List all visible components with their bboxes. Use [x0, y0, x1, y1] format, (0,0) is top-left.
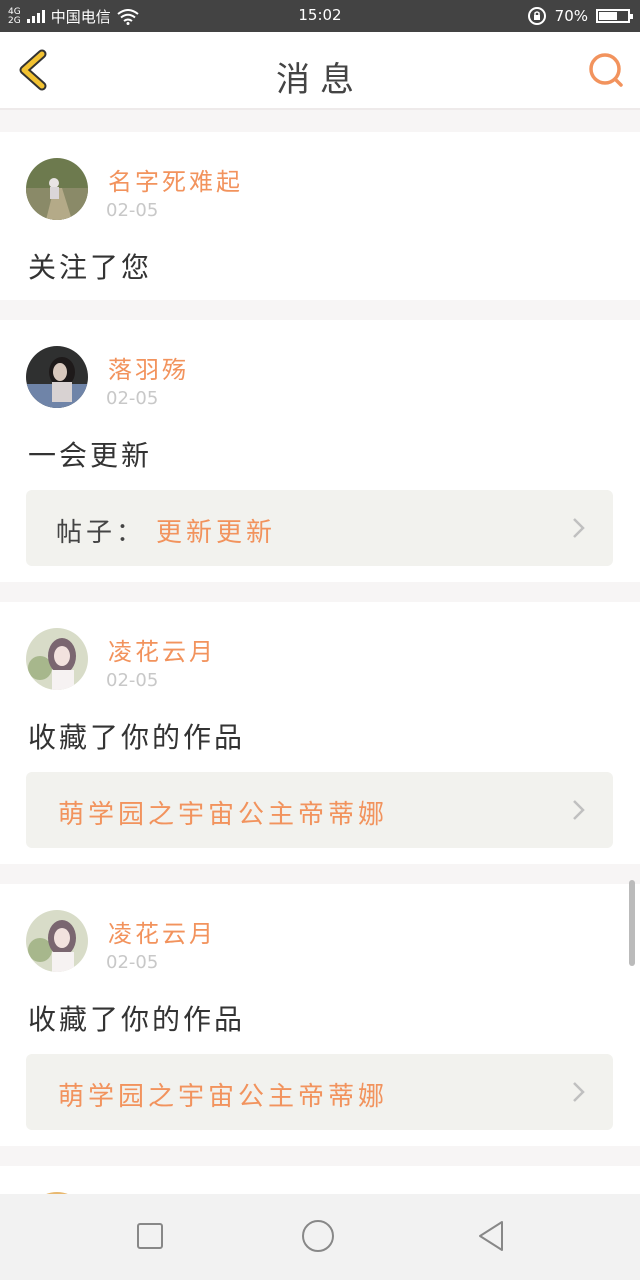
- page-title: 消息: [276, 60, 364, 100]
- status-right: 70%: [527, 6, 633, 26]
- work-reference-title[interactable]: 萌学园之宇宙公主帝蒂娜: [58, 1076, 388, 1113]
- system-nav-bar: [0, 1194, 640, 1280]
- avatar[interactable]: [26, 346, 88, 408]
- chevron-right-icon: [573, 800, 585, 820]
- scrollbar-thumb[interactable]: [629, 880, 635, 966]
- battery-icon: [596, 9, 633, 23]
- sender-name[interactable]: 名字死难起: [108, 162, 243, 197]
- message-card[interactable]: 名字死难起 02-05 关注了您: [0, 132, 640, 300]
- work-reference[interactable]: 萌学园之宇宙公主帝蒂娜: [26, 1054, 613, 1130]
- avatar[interactable]: [26, 158, 88, 220]
- message-date: 02-05: [106, 388, 159, 409]
- battery-percent: 70%: [554, 7, 588, 25]
- message-text: 一会更新: [28, 439, 153, 472]
- rotation-lock-icon: [527, 7, 546, 25]
- message-text: 收藏了你的作品: [28, 721, 246, 754]
- avatar[interactable]: [26, 628, 88, 690]
- message-text: 关注了您: [28, 251, 153, 284]
- message-date: 02-05: [106, 200, 159, 221]
- message-date: 02-05: [106, 670, 159, 691]
- recents-square-icon[interactable]: [132, 1218, 168, 1254]
- sender-name[interactable]: 凌花云月: [108, 632, 216, 667]
- sender-name[interactable]: 落羽殇: [108, 350, 189, 385]
- message-card[interactable]: 落羽殇 02-05 一会更新 帖子： 更新更新: [0, 320, 640, 582]
- work-reference-title[interactable]: 萌学园之宇宙公主帝蒂娜: [58, 794, 388, 831]
- message-card[interactable]: 凌花云月 02-05 收藏了你的作品 萌学园之宇宙公主帝蒂娜: [0, 884, 640, 1146]
- status-bar: 4G 2G 中国电信 15:02 70%: [0, 0, 640, 32]
- message-text: 收藏了你的作品: [28, 1003, 246, 1036]
- message-card[interactable]: 凌花云月 02-05 收藏了你的作品 萌学园之宇宙公主帝蒂娜: [0, 602, 640, 864]
- chevron-right-icon: [573, 1082, 585, 1102]
- battery-fill: [599, 12, 617, 20]
- back-triangle-icon[interactable]: [474, 1218, 510, 1254]
- post-reference[interactable]: 帖子： 更新更新: [26, 490, 613, 566]
- work-reference[interactable]: 萌学园之宇宙公主帝蒂娜: [26, 772, 613, 848]
- avatar[interactable]: [26, 910, 88, 972]
- app-header: 消息: [0, 32, 640, 110]
- post-reference-label: 帖子：: [56, 518, 147, 548]
- search-icon[interactable]: [586, 50, 626, 90]
- sender-name[interactable]: 凌花云月: [108, 914, 216, 949]
- post-reference-title[interactable]: 更新更新: [156, 512, 276, 549]
- chevron-right-icon: [573, 518, 585, 538]
- home-circle-icon[interactable]: [300, 1218, 336, 1254]
- message-date: 02-05: [106, 952, 159, 973]
